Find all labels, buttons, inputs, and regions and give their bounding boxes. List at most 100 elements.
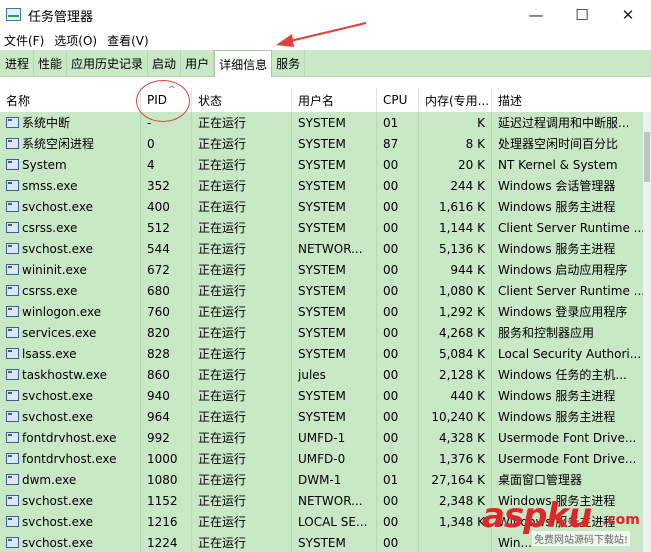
table-row[interactable]: lsass.exe 828 正在运行 SYSTEM 00 5,084 K Local Sec… xyxy=(0,343,643,364)
process-icon xyxy=(6,495,19,506)
column-header-name[interactable]: 名称 xyxy=(0,88,141,112)
cell-mem: 1,616 K xyxy=(419,196,492,217)
cell-name-text: 系统空闲进程 xyxy=(22,137,95,151)
cell-mem: 1,376 K xyxy=(419,448,492,469)
cell-mem: 440 K xyxy=(419,385,492,406)
cell-pid: 672 xyxy=(141,259,192,280)
cell-status: 正在运行 xyxy=(192,112,292,133)
cell-cpu: 00 xyxy=(377,490,419,511)
table-row[interactable]: fontdrvhost.exe 992 正在运行 UMFD-1 00 4,328 K Use… xyxy=(0,427,643,448)
minimize-button[interactable]: — xyxy=(513,0,559,30)
cell-desc: Windows 服务主进程 xyxy=(498,389,616,403)
cell-name-text: csrss.exe xyxy=(22,220,78,235)
table-row[interactable]: taskhostw.exe 860 正在运行 jules 00 2,128 K Window… xyxy=(0,364,643,385)
cell-desc: 延迟过程调用和中断服... xyxy=(498,116,630,130)
cell-user: SYSTEM xyxy=(292,196,377,217)
process-icon xyxy=(6,327,19,338)
tab-4[interactable]: 用户 xyxy=(181,50,215,76)
column-header-user[interactable]: 用户名 xyxy=(292,88,377,112)
cell-status: 正在运行 xyxy=(192,301,292,322)
cell-user: SYSTEM xyxy=(292,154,377,175)
table-row[interactable]: svchost.exe 544 正在运行 NETWOR... 00 5,136 K Wind… xyxy=(0,238,643,259)
process-icon xyxy=(6,474,19,485)
tab-5[interactable]: 详细信息 xyxy=(214,50,273,77)
cell-name: 系统中断 xyxy=(0,112,141,133)
table-row[interactable]: dwm.exe 1080 正在运行 DWM-1 01 27,164 K 桌面窗口管理器 xyxy=(0,469,643,490)
cell-pid: 0 xyxy=(141,133,192,154)
cell-pid: 1224 xyxy=(141,532,192,552)
close-button[interactable]: ✕ xyxy=(605,0,651,30)
cell-name-text: dwm.exe xyxy=(22,472,77,487)
table-row[interactable]: 系统空闲进程 0 正在运行 SYSTEM 87 8 K 处理器空闲时间百分比 xyxy=(0,133,643,154)
cell-desc: 处理器空闲时间百分比 xyxy=(498,137,619,151)
process-icon xyxy=(6,306,19,317)
process-icon xyxy=(6,432,19,443)
cell-name-text: 系统中断 xyxy=(22,116,71,130)
column-header-memory[interactable]: 内存(专用... xyxy=(419,88,492,112)
cell-name-text: svchost.exe xyxy=(22,535,93,550)
watermark-tld: .com xyxy=(602,512,640,528)
tab-6[interactable]: 服务 xyxy=(272,50,306,76)
process-icon xyxy=(6,159,19,170)
process-icon xyxy=(6,285,19,296)
table-row[interactable]: svchost.exe 940 正在运行 SYSTEM 00 440 K Windows 服… xyxy=(0,385,643,406)
menu-file[interactable]: 文件(F) xyxy=(0,32,50,49)
vertical-scrollbar[interactable] xyxy=(643,112,651,552)
table-row[interactable]: smss.exe 352 正在运行 SYSTEM 00 244 K Windows 会话管理… xyxy=(0,175,643,196)
cell-name: svchost.exe xyxy=(0,385,141,406)
table-row[interactable]: System 4 正在运行 SYSTEM 00 20 K NT Kernel & Syste… xyxy=(0,154,643,175)
cell-mem: 27,164 K xyxy=(419,469,492,490)
cell-mem: 1,292 K xyxy=(419,301,492,322)
column-header-cpu[interactable]: CPU xyxy=(377,88,419,112)
cell-status: 正在运行 xyxy=(192,427,292,448)
column-header-status[interactable]: 状态 xyxy=(192,88,292,112)
cell-name: winlogon.exe xyxy=(0,301,141,322)
table-row[interactable]: services.exe 820 正在运行 SYSTEM 00 4,268 K 服务和控制器… xyxy=(0,322,643,343)
tab-1[interactable]: 性能 xyxy=(34,50,68,76)
table-row[interactable]: svchost.exe 400 正在运行 SYSTEM 00 1,616 K Windows… xyxy=(0,196,643,217)
cell-cpu: 00 xyxy=(377,448,419,469)
cell-user: SYSTEM xyxy=(292,322,377,343)
cell-pid: 680 xyxy=(141,280,192,301)
tab-3[interactable]: 启动 xyxy=(148,50,182,76)
table-row[interactable]: 系统中断 - 正在运行 SYSTEM 01 K 延迟过程调用和中断服... xyxy=(0,112,643,133)
column-header-description[interactable]: 描述 xyxy=(492,88,643,112)
table-row[interactable]: wininit.exe 672 正在运行 SYSTEM 00 944 K Windows 启… xyxy=(0,259,643,280)
cell-cpu: 00 xyxy=(377,343,419,364)
cell-pid: 964 xyxy=(141,406,192,427)
cell-cpu: 00 xyxy=(377,301,419,322)
scrollbar-thumb[interactable] xyxy=(644,132,650,182)
cell-name: 系统空闲进程 xyxy=(0,133,141,154)
cell-status: 正在运行 xyxy=(192,406,292,427)
cell-pid: 352 xyxy=(141,175,192,196)
process-icon xyxy=(6,453,19,464)
process-icon xyxy=(6,348,19,359)
cell-name: dwm.exe xyxy=(0,469,141,490)
menu-view[interactable]: 查看(V) xyxy=(103,32,155,49)
cell-desc: Usermode Font Drive... xyxy=(498,451,637,466)
menu-options[interactable]: 选项(O) xyxy=(50,32,103,49)
cell-cpu: 87 xyxy=(377,133,419,154)
table-row[interactable]: csrss.exe 680 正在运行 SYSTEM 00 1,080 K Client Se… xyxy=(0,280,643,301)
tab-0[interactable]: 进程 xyxy=(1,50,35,76)
cell-cpu: 00 xyxy=(377,532,419,552)
cell-cpu: 01 xyxy=(377,469,419,490)
process-icon xyxy=(6,117,19,128)
tab-2[interactable]: 应用历史记录 xyxy=(67,50,149,76)
table-row[interactable]: csrss.exe 512 正在运行 SYSTEM 00 1,144 K Client Se… xyxy=(0,217,643,238)
cell-name: services.exe xyxy=(0,322,141,343)
maximize-button[interactable]: ☐ xyxy=(559,0,605,30)
table-row[interactable]: fontdrvhost.exe 1000 正在运行 UMFD-0 00 1,376 K Us… xyxy=(0,448,643,469)
cell-name: csrss.exe xyxy=(0,217,141,238)
cell-cpu: 00 xyxy=(377,217,419,238)
table-row[interactable]: winlogon.exe 760 正在运行 SYSTEM 00 1,292 K Window… xyxy=(0,301,643,322)
cell-user: SYSTEM xyxy=(292,343,377,364)
cell-mem: 4,328 K xyxy=(419,427,492,448)
cell-pid: 1080 xyxy=(141,469,192,490)
process-icon xyxy=(6,411,19,422)
table-row[interactable]: svchost.exe 964 正在运行 SYSTEM 00 10,240 K Window… xyxy=(0,406,643,427)
cell-user: SYSTEM xyxy=(292,112,377,133)
cell-cpu: 00 xyxy=(377,175,419,196)
cell-desc: Windows 服务主进程 xyxy=(498,242,616,256)
cell-cpu: 00 xyxy=(377,364,419,385)
